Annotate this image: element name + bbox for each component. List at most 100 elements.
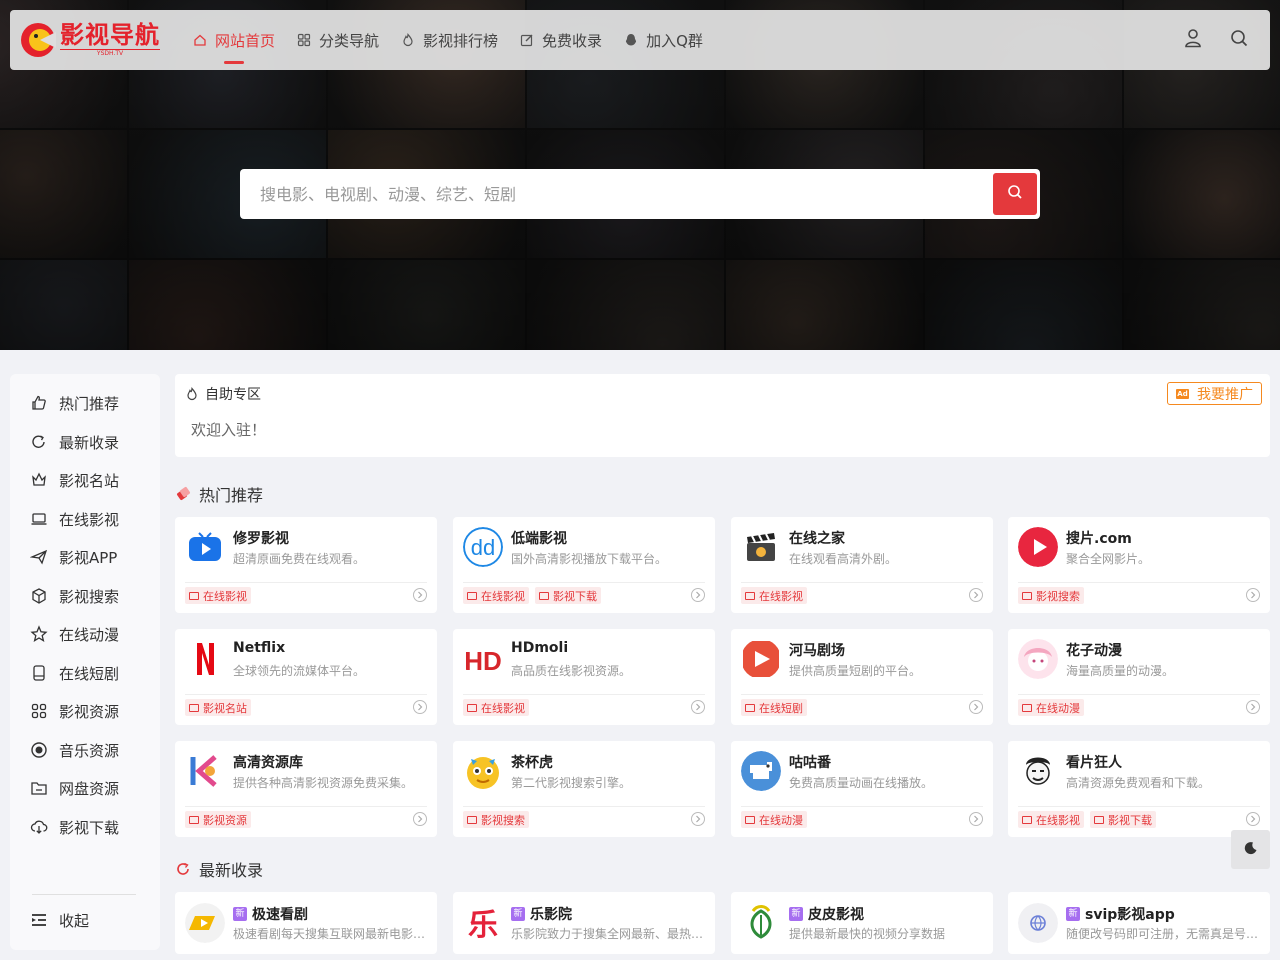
sidebar-item-label: 最新收录	[59, 433, 120, 452]
sidebar-item[interactable]: 影视名站	[30, 468, 119, 492]
site-card[interactable]: 搜片.com 聚合全网影片。 影视搜索	[1008, 517, 1270, 613]
arrow-right-icon[interactable]	[1246, 700, 1260, 714]
arrow-right-icon[interactable]	[691, 700, 705, 714]
site-logo[interactable]: 影视导航 YSDH.TV	[20, 10, 160, 70]
category-tag[interactable]: 影视搜索	[1018, 587, 1084, 604]
arrow-right-icon[interactable]	[969, 812, 983, 826]
arrow-right-icon[interactable]	[969, 700, 983, 714]
arrow-right-icon[interactable]	[1246, 812, 1260, 826]
flame-icon	[401, 33, 415, 47]
category-tag[interactable]: 在线动漫	[1018, 699, 1084, 716]
site-card-tags: 在线影视	[185, 587, 251, 604]
nav-submit[interactable]: 免费收录	[509, 10, 613, 70]
site-card-name: 搜片.com	[1066, 531, 1132, 547]
site-card[interactable]: dd 低端影视 国外高清影视播放下载平台。 在线影视 影视下载	[453, 517, 715, 613]
site-card-name: 乐影院	[530, 907, 572, 923]
site-card[interactable]: 茶杯虎 第二代影视搜索引擎。 影视搜索	[453, 741, 715, 837]
promote-button[interactable]: Ad 我要推广	[1167, 382, 1262, 405]
sidebar-item[interactable]: 影视下载	[30, 815, 119, 839]
globe-icon	[1018, 903, 1058, 943]
arrow-right-icon[interactable]	[691, 812, 705, 826]
site-card[interactable]: 河马剧场 提供高质量短剧的平台。 在线短剧	[731, 629, 993, 725]
collapse-icon	[30, 911, 48, 929]
latest-site-card[interactable]: 新 svip影视app 随便改号码即可注册，无需真是号码验证	[1008, 892, 1270, 954]
card-divider	[463, 694, 705, 695]
category-tag[interactable]: 影视下载	[1090, 811, 1156, 828]
thumbs-up-icon	[30, 394, 48, 412]
site-card[interactable]: 咕咕番 免费高质量动画在线播放。 在线动漫	[731, 741, 993, 837]
category-tag[interactable]: 在线短剧	[741, 699, 807, 716]
category-tag[interactable]: 影视资源	[185, 811, 251, 828]
nav-categories[interactable]: 分类导航	[286, 10, 390, 70]
logo-subtitle: YSDH.TV	[60, 49, 160, 58]
user-button[interactable]	[1182, 29, 1204, 51]
search-icon	[1007, 184, 1023, 204]
sidebar-item[interactable]: 音乐资源	[30, 738, 119, 762]
nav-qq-group[interactable]: 加入Q群	[613, 10, 714, 70]
site-card[interactable]: Netflix 全球领先的流媒体平台。 影视名站	[175, 629, 437, 725]
theme-toggle-button[interactable]	[1231, 830, 1270, 869]
category-tag-label: 影视名站	[203, 701, 247, 715]
arrow-right-icon[interactable]	[1246, 588, 1260, 602]
svg-text:乐: 乐	[468, 908, 498, 943]
category-tag[interactable]: 在线影视	[1018, 811, 1084, 828]
site-card-desc: 第二代影视搜索引擎。	[511, 776, 632, 790]
sidebar-item[interactable]: 网盘资源	[30, 776, 119, 800]
latest-site-card[interactable]: 新皮皮影视 提供最新最快的视频分享数据	[731, 892, 993, 954]
record-icon	[30, 741, 48, 759]
sidebar-collapse-label: 收起	[59, 911, 90, 930]
latest-site-card[interactable]: 新极速看剧极速看剧每天搜集互联网最新电影、电视剧、动漫	[175, 892, 437, 954]
category-tag[interactable]: 在线影视	[741, 587, 807, 604]
search-submit-button[interactable]	[993, 173, 1037, 215]
site-card[interactable]: HD HDmoli 高品质在线影视资源。 在线影视	[453, 629, 715, 725]
category-tag[interactable]: 在线影视	[463, 587, 529, 604]
sidebar-item-label: 在线动漫	[59, 625, 120, 644]
header-search-button[interactable]	[1228, 29, 1250, 51]
sidebar-item[interactable]: 热门推荐	[30, 391, 119, 415]
sidebar-item-label: 影视搜索	[59, 587, 120, 606]
category-tag[interactable]: 影视下载	[535, 587, 601, 604]
site-card[interactable]: 花子动漫 海量高质量的动漫。 在线动漫	[1008, 629, 1270, 725]
arrow-right-icon[interactable]	[413, 812, 427, 826]
dd-logo-icon: dd	[463, 527, 503, 567]
site-card[interactable]: 修罗影视 超清原画免费在线观看。 在线影视	[175, 517, 437, 613]
sidebar-item[interactable]: 影视搜索	[30, 584, 119, 608]
folder-icon	[467, 703, 477, 712]
arrow-right-icon[interactable]	[413, 700, 427, 714]
category-tag[interactable]: 在线影视	[463, 699, 529, 716]
site-card-tags: 影视搜索	[463, 811, 529, 828]
search-input[interactable]	[260, 184, 993, 204]
category-tag[interactable]: 在线动漫	[741, 811, 807, 828]
sidebar-item[interactable]: 影视APP	[30, 545, 117, 569]
arrow-right-icon[interactable]	[691, 588, 705, 602]
arrow-right-icon[interactable]	[969, 588, 983, 602]
site-card[interactable]: 高清资源库 提供各种高清影视资源免费采集。 影视资源	[175, 741, 437, 837]
latest-site-card[interactable]: 乐新乐影院乐影院致力于搜集全网最新、最热门的影视资源	[453, 892, 715, 954]
nav-home[interactable]: 网站首页	[182, 10, 286, 70]
sidebar-item[interactable]: 在线动漫	[30, 622, 119, 646]
sidebar-item[interactable]: 最新收录	[30, 430, 119, 454]
site-card-tags: 在线影视	[463, 699, 529, 716]
sidebar-item[interactable]: 在线短剧	[30, 661, 119, 685]
category-tag-label: 影视搜索	[1036, 589, 1080, 603]
play-circle-icon	[1018, 527, 1058, 567]
play-tv-icon	[185, 527, 225, 567]
tiger-icon	[463, 751, 503, 791]
sidebar-collapse-button[interactable]: 收起	[30, 908, 89, 932]
site-card[interactable]: 看片狂人 高清资源免费观看和下载。 在线影视 影视下载	[1008, 741, 1270, 837]
category-tag[interactable]: 影视名站	[185, 699, 251, 716]
site-card-name: 看片狂人	[1066, 755, 1122, 771]
send-icon	[30, 548, 48, 566]
sidebar-item[interactable]: 影视资源	[30, 699, 119, 723]
category-tag-label: 在线动漫	[759, 813, 803, 827]
site-card-name: 花子动漫	[1066, 643, 1122, 659]
site-card-desc: 国外高清影视播放下载平台。	[511, 552, 668, 566]
category-tag-label: 在线影视	[481, 701, 525, 715]
sidebar-item[interactable]: 在线影视	[30, 507, 119, 531]
site-card[interactable]: 在线之家 在线观看高清外剧。 在线影视	[731, 517, 993, 613]
category-tag[interactable]: 在线影视	[185, 587, 251, 604]
arrow-right-icon[interactable]	[413, 588, 427, 602]
nav-ranking[interactable]: 影视排行榜	[390, 10, 509, 70]
sidebar-item-label: 在线影视	[59, 510, 120, 529]
category-tag[interactable]: 影视搜索	[463, 811, 529, 828]
